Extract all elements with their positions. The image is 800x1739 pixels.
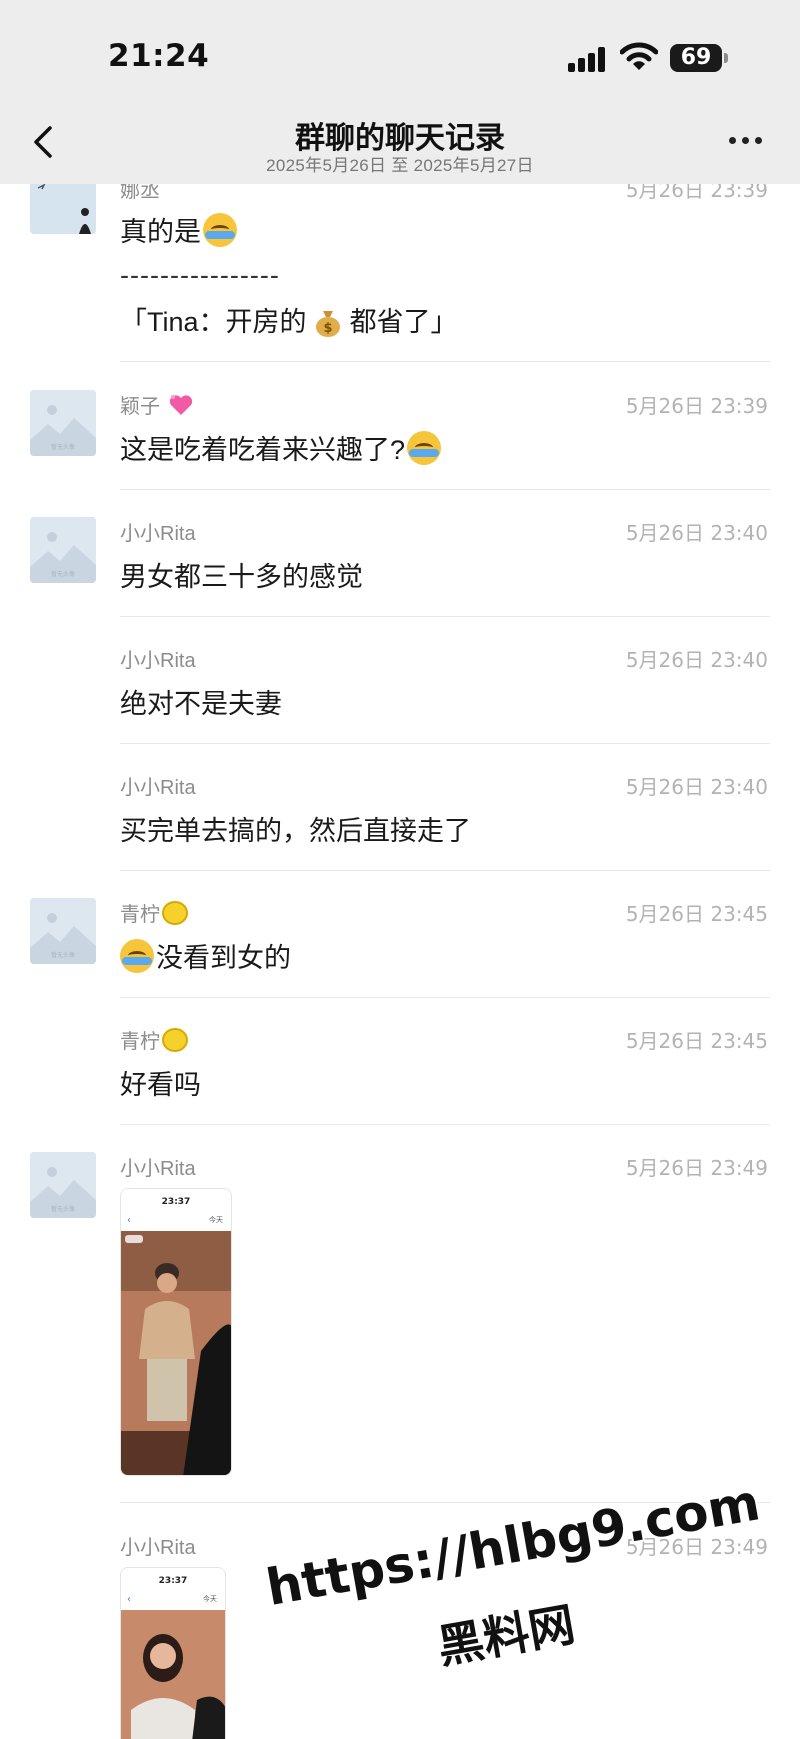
message-time: 5月26日 23:40 bbox=[625, 775, 768, 799]
avatar-placeholder-text: 暂无头像 bbox=[51, 951, 75, 959]
photo-date-label: 今天 bbox=[209, 1216, 223, 1224]
message-text: 男女都三十多的感觉 bbox=[120, 562, 363, 592]
sender-name: 青柠 bbox=[120, 1031, 160, 1053]
message-text: 好看吗 bbox=[120, 1070, 201, 1100]
divider bbox=[120, 743, 770, 744]
photo-time: 23:37 bbox=[161, 1197, 191, 1207]
message-time: 5月26日 23:45 bbox=[625, 902, 768, 926]
more-button[interactable] bbox=[726, 134, 766, 148]
message-time: 5月26日 23:45 bbox=[625, 1029, 768, 1053]
crying-laughing-emoji-icon bbox=[203, 213, 237, 247]
divider bbox=[120, 870, 770, 871]
quoted-text-start: 「Tina：开房的 bbox=[120, 307, 307, 337]
message-sender: 小小Rita bbox=[120, 1158, 196, 1180]
photo-header: 23:37 ‹ 今天 bbox=[121, 1568, 225, 1610]
lemon-icon bbox=[162, 901, 188, 925]
sender-name: 颖子 bbox=[120, 396, 160, 418]
divider bbox=[120, 997, 770, 998]
avatar-placeholder-text: 暂无头像 bbox=[51, 1205, 75, 1213]
message-text: 没看到女的 bbox=[120, 936, 291, 975]
message-time: 5月26日 23:49 bbox=[625, 1156, 768, 1180]
message-time: 5月26日 23:40 bbox=[625, 521, 768, 545]
avatar[interactable]: 暂无头像 bbox=[30, 517, 96, 583]
avatar[interactable]: 暂无头像 bbox=[30, 390, 96, 456]
message-text: 这是吃着吃着来兴趣了? bbox=[120, 428, 442, 467]
photo-back-icon: ‹ bbox=[127, 1594, 131, 1605]
message-time: 5月26日 23:40 bbox=[625, 648, 768, 672]
message-text-content: 这是吃着吃着来兴趣了? bbox=[120, 435, 406, 465]
quote-separator: ---------------- bbox=[120, 260, 280, 290]
message-text: 真的是 bbox=[120, 210, 237, 249]
divider bbox=[120, 361, 770, 362]
avatar-placeholder-text: 暂无头像 bbox=[51, 443, 75, 451]
photo-header: 23:37 ‹ 今天 bbox=[121, 1189, 231, 1231]
message-text-content: 没看到女的 bbox=[156, 943, 291, 973]
image-message[interactable]: 23:37 ‹ 今天 bbox=[120, 1188, 232, 1476]
divider bbox=[120, 489, 770, 490]
message-text: 绝对不是夫妻 bbox=[120, 689, 282, 719]
message-sender: 青柠 bbox=[120, 898, 188, 927]
divider bbox=[120, 616, 770, 617]
message-text: 买完单去搞的，然后直接走了 bbox=[120, 816, 471, 846]
message-sender: 小小Rita bbox=[120, 650, 196, 672]
message-sender: 小小Rita bbox=[120, 777, 196, 799]
message-sender: 颖子 bbox=[120, 390, 194, 419]
page-subtitle: 2025年5月26日 至 2025年5月27日 bbox=[266, 156, 534, 175]
message-text-content: 真的是 bbox=[120, 217, 201, 247]
quoted-message: 「Tina：开房的 $ 都省了」 bbox=[120, 300, 458, 339]
wifi-icon bbox=[620, 42, 658, 70]
photo-image bbox=[121, 1231, 231, 1475]
top-bar: 21:24 69 群聊的聊天记录 2025年5月26日 至 2025年5月27日 bbox=[0, 0, 800, 184]
money-bag-icon: $ bbox=[316, 311, 341, 337]
photo-back-icon: ‹ bbox=[127, 1215, 131, 1226]
svg-text:$: $ bbox=[324, 321, 333, 336]
crying-laughing-emoji-icon bbox=[407, 431, 442, 465]
message-sender: 小小Rita bbox=[120, 1537, 196, 1559]
message-sender: 小小Rita bbox=[120, 523, 196, 545]
status-time: 21:24 bbox=[108, 38, 210, 74]
avatar-placeholder-text: 暂无头像 bbox=[51, 570, 75, 578]
quoted-text-end: 都省了」 bbox=[349, 307, 458, 337]
watermark-name: 黑料网 bbox=[433, 1597, 579, 1674]
avatar[interactable]: 暂无头像 bbox=[30, 898, 96, 964]
message-sender: 青柠 bbox=[120, 1025, 188, 1054]
lemon-icon bbox=[162, 1028, 188, 1052]
cellular-signal-icon bbox=[568, 46, 608, 72]
image-message[interactable]: 23:37 ‹ 今天 bbox=[120, 1567, 226, 1739]
photo-date-label: 今天 bbox=[203, 1595, 217, 1603]
message-time: 5月26日 23:39 bbox=[625, 394, 768, 418]
photo-image bbox=[121, 1610, 225, 1739]
sparkling-heart-icon bbox=[169, 395, 192, 415]
photo-time: 23:37 bbox=[158, 1576, 188, 1586]
battery-icon: 69 bbox=[670, 44, 728, 72]
crying-laughing-emoji-icon bbox=[120, 939, 154, 973]
sender-name: 青柠 bbox=[120, 904, 160, 926]
avatar[interactable]: 暂无头像 bbox=[30, 1152, 96, 1218]
divider bbox=[120, 1124, 770, 1125]
